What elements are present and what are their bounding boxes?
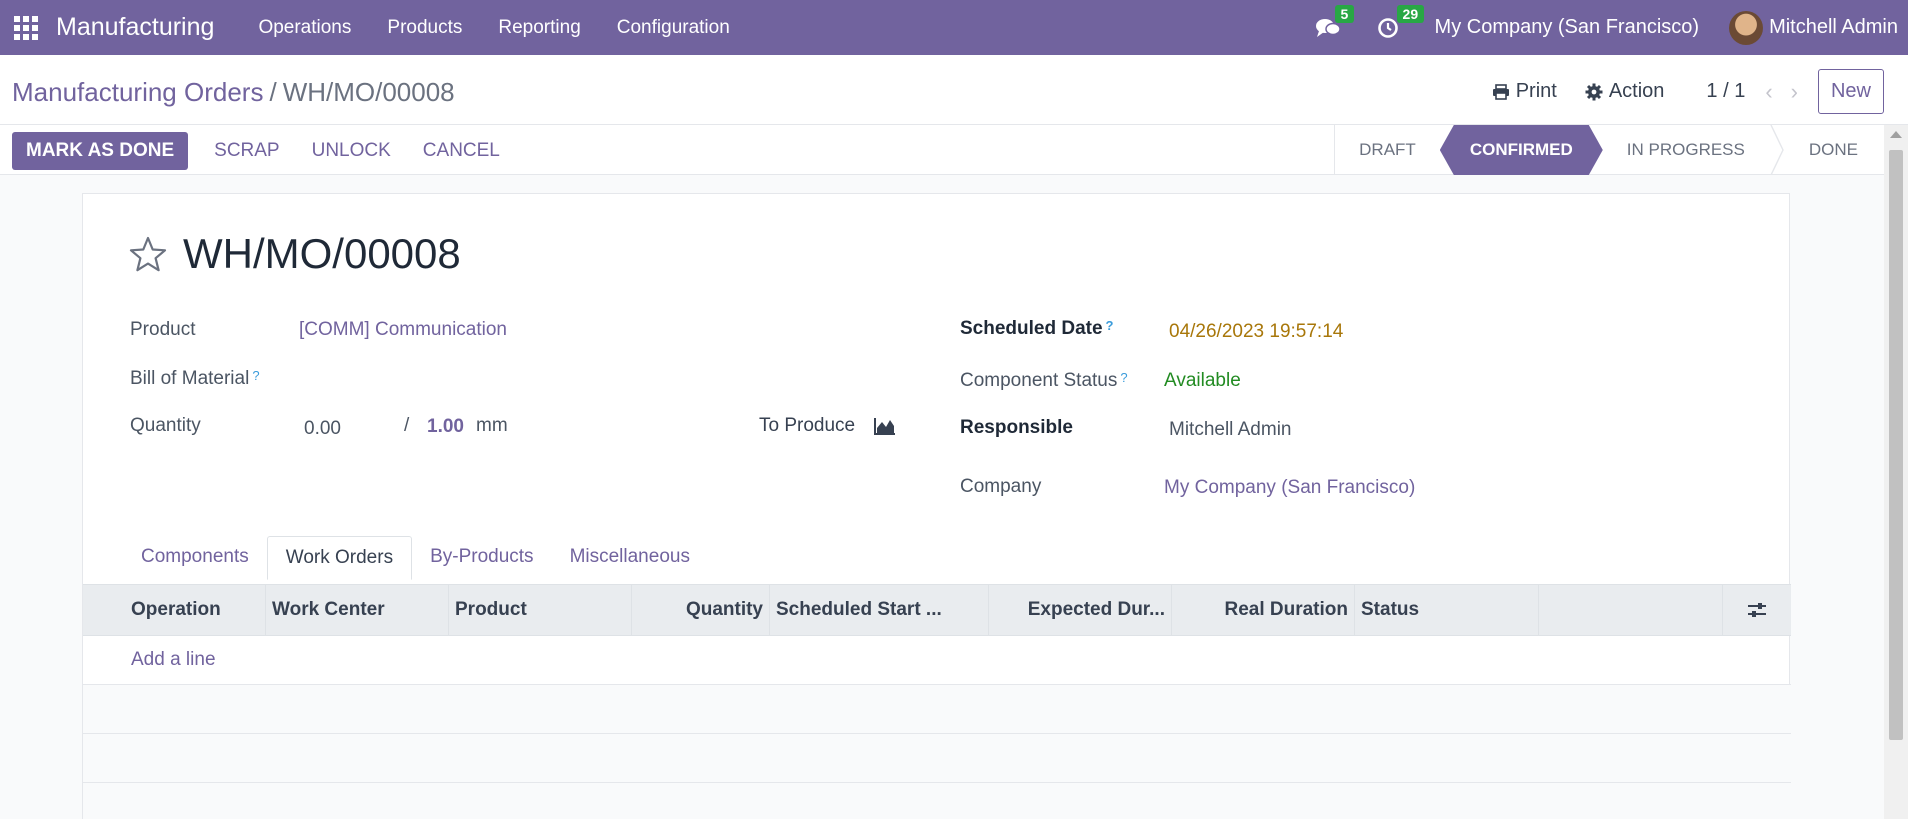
- quantity-total-input[interactable]: 1.00: [427, 416, 464, 438]
- quantity-produced-input[interactable]: 0.00: [304, 418, 341, 440]
- notebook-tabs: Components Work Orders By-Products Misce…: [83, 536, 1791, 580]
- bom-label: Bill of Material?: [130, 368, 260, 390]
- top-navbar: Manufacturing Operations Products Report…: [0, 0, 1908, 55]
- bom-label-text: Bill of Material: [130, 368, 250, 389]
- apps-grid-icon[interactable]: [14, 15, 38, 40]
- column-work-center[interactable]: Work Center: [266, 585, 449, 635]
- cancel-button[interactable]: CANCEL: [417, 132, 506, 170]
- company-field[interactable]: My Company (San Francisco): [1164, 477, 1415, 499]
- form-sheet: WH/MO/00008 Product [COMM] Communication…: [82, 193, 1791, 819]
- add-line-link[interactable]: Add a line: [131, 649, 216, 671]
- scroll-thumb[interactable]: [1889, 150, 1903, 740]
- area-chart-icon[interactable]: [873, 416, 897, 436]
- stage-pipeline: DRAFT CONFIRMED IN PROGRESS DONE: [1334, 125, 1882, 175]
- breadcrumb-parent[interactable]: Manufacturing Orders: [12, 77, 263, 107]
- chevron-left-icon[interactable]: ‹: [1765, 79, 1772, 105]
- avatar[interactable]: [1729, 10, 1764, 45]
- table-row-empty: [83, 783, 1791, 819]
- menu-products[interactable]: Products: [387, 17, 462, 39]
- mark-as-done-button[interactable]: MARK AS DONE: [12, 132, 189, 170]
- breadcrumb-current: WH/MO/00008: [282, 77, 455, 107]
- tab-work-orders[interactable]: Work Orders: [266, 536, 413, 580]
- clock-icon: [1377, 17, 1398, 38]
- scroll-up-arrow[interactable]: [1890, 131, 1902, 138]
- pager-value[interactable]: 1 / 1: [1706, 80, 1745, 103]
- stage-confirmed[interactable]: CONFIRMED: [1440, 125, 1603, 175]
- breadcrumb: Manufacturing Orders / WH/MO/00008: [12, 77, 455, 108]
- tab-components[interactable]: Components: [123, 536, 267, 580]
- stage-in-progress[interactable]: IN PROGRESS: [1603, 125, 1769, 175]
- column-scheduled-start[interactable]: Scheduled Start ...: [770, 585, 989, 635]
- component-status-value: Available: [1164, 370, 1241, 391]
- print-button[interactable]: Print: [1492, 80, 1557, 103]
- company-switcher[interactable]: My Company (San Francisco): [1435, 16, 1700, 39]
- record-title: WH/MO/00008: [183, 230, 461, 277]
- chevron-right-icon[interactable]: ›: [1791, 79, 1798, 105]
- column-quantity[interactable]: Quantity: [632, 585, 770, 635]
- column-product[interactable]: Product: [449, 585, 632, 635]
- scheduled-date-field[interactable]: 04/26/2023 19:57:14: [1169, 321, 1343, 343]
- quantity-separator: /: [404, 415, 410, 436]
- activities-button[interactable]: 29: [1377, 4, 1425, 39]
- to-produce-label: To Produce: [759, 415, 856, 436]
- print-label: Print: [1515, 80, 1557, 102]
- product-label: Product: [130, 319, 196, 340]
- activities-badge: 29: [1396, 4, 1425, 23]
- unlock-button[interactable]: UNLOCK: [306, 132, 397, 170]
- scrap-button[interactable]: SCRAP: [208, 132, 285, 170]
- page-scrollbar[interactable]: [1884, 125, 1908, 819]
- breadcrumb-separator: /: [269, 77, 277, 107]
- print-icon: [1492, 83, 1509, 100]
- app-name[interactable]: Manufacturing: [56, 13, 214, 42]
- component-status-label: Component Status?: [960, 370, 1128, 392]
- column-settings-button[interactable]: [1723, 585, 1791, 635]
- tab-by-products[interactable]: By-Products: [412, 536, 551, 580]
- responsible-label: Responsible: [960, 417, 1073, 438]
- responsible-field[interactable]: Mitchell Admin: [1169, 419, 1292, 441]
- stage-draft[interactable]: DRAFT: [1335, 125, 1440, 175]
- product-field[interactable]: [COMM] Communication: [299, 319, 507, 341]
- bom-help-icon[interactable]: ?: [252, 368, 259, 383]
- scheduled-date-help-icon[interactable]: ?: [1106, 318, 1114, 333]
- column-real-duration[interactable]: Real Duration: [1172, 585, 1355, 635]
- gear-icon: [1585, 83, 1603, 100]
- messages-button[interactable]: 5: [1315, 4, 1355, 39]
- menu-reporting[interactable]: Reporting: [498, 17, 580, 39]
- status-bar: MARK AS DONE SCRAP UNLOCK CANCEL DRAFT C…: [0, 125, 1908, 175]
- scheduled-date-label: Scheduled Date?: [960, 318, 1114, 340]
- stage-divider: [1769, 125, 1785, 175]
- new-button[interactable]: New: [1817, 69, 1884, 114]
- action-button[interactable]: Action: [1585, 80, 1665, 103]
- work-orders-table: Operation Work Center Product Quantity S…: [83, 584, 1791, 819]
- menu-operations[interactable]: Operations: [258, 17, 351, 39]
- table-row-empty: [83, 734, 1791, 783]
- control-panel: Manufacturing Orders / WH/MO/00008 Print A…: [0, 55, 1908, 125]
- column-status[interactable]: Status: [1355, 585, 1539, 635]
- quantity-label: Quantity: [130, 415, 201, 436]
- action-label: Action: [1608, 80, 1665, 102]
- column-spacer: [1539, 585, 1723, 635]
- component-status-label-text: Component Status: [960, 370, 1118, 391]
- table-row-empty: [83, 685, 1791, 734]
- uom-field[interactable]: mm: [476, 415, 508, 437]
- star-icon[interactable]: [129, 236, 167, 272]
- user-menu[interactable]: Mitchell Admin: [1769, 16, 1898, 39]
- stage-done[interactable]: DONE: [1785, 125, 1882, 175]
- table-row: Add a line: [83, 636, 1791, 685]
- scheduled-date-label-text: Scheduled Date: [960, 318, 1103, 339]
- column-expected-duration[interactable]: Expected Dur...: [989, 585, 1172, 635]
- messages-badge: 5: [1334, 4, 1355, 23]
- tab-miscellaneous[interactable]: Miscellaneous: [552, 536, 708, 580]
- column-operation[interactable]: Operation: [83, 585, 266, 635]
- table-header: Operation Work Center Product Quantity S…: [83, 584, 1791, 636]
- menu-configuration[interactable]: Configuration: [617, 17, 730, 39]
- column-settings-icon: [1748, 603, 1766, 617]
- company-label: Company: [960, 476, 1042, 497]
- component-status-help-icon[interactable]: ?: [1120, 370, 1127, 385]
